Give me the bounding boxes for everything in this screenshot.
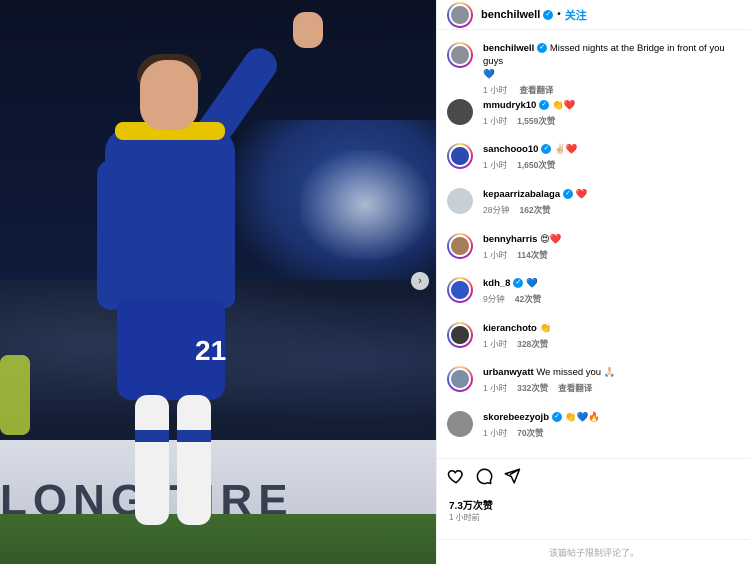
comment-username[interactable]: kieranchoto [483, 323, 537, 334]
author-avatar[interactable] [447, 1, 473, 28]
post-photo: LONG TIRE 21 › [0, 0, 436, 564]
comment-text: ❤️ [575, 189, 588, 200]
verified-badge-icon: ✓ [539, 100, 550, 111]
comment-row: kepaarrizabalaga ✓ ❤️ 28分钟 162次赞 [447, 188, 747, 216]
comment-row: skorebeezyojb ✓ 👏💙🔥 1 小时 70次赞 [447, 411, 747, 439]
jersey-number: 21 [195, 335, 227, 366]
comment-time: 1 小时 [483, 160, 508, 170]
thumbs-up-hand [293, 12, 323, 48]
comments-restricted-notice: 该篇帖子限制评论了。 [437, 539, 750, 564]
comments-list[interactable]: benchilwell ✓ Missed nights at the Bridge… [437, 30, 750, 458]
share-icon[interactable] [503, 467, 521, 485]
comment-row: urbanwyatt We missed you 🙏🏻 1 小时 332次赞 查看翻… [447, 366, 747, 394]
see-translation-link[interactable]: 查看翻译 [519, 85, 553, 95]
comment-text: 👏 [539, 323, 552, 334]
comment-text: We missed you 🙏🏻 [536, 367, 616, 378]
comment-icon[interactable] [475, 467, 493, 485]
commenter-avatar[interactable] [447, 99, 473, 125]
comment-row: kdh_8 ✓ 💙 9分钟 42次赞 [447, 277, 747, 305]
author-username[interactable]: benchilwell [481, 9, 540, 21]
commenter-avatar[interactable] [447, 322, 473, 348]
comment-username[interactable]: urbanwyatt [483, 367, 534, 378]
verified-badge-icon: ✓ [537, 43, 548, 54]
comment-row: kieranchoto 👏 1 小时 328次赞 [447, 322, 747, 350]
verified-badge-icon: ✓ [563, 189, 574, 200]
post-side-panel: benchilwell ✓ • 关注 benchilwell ✓ Missed n… [436, 0, 750, 564]
comment-username[interactable]: bennyharris [483, 234, 537, 245]
sock-band-right [177, 430, 211, 442]
comment-time: 1 小时 [483, 428, 508, 438]
comment-text: 💙 [526, 278, 538, 289]
comment-time: 1 小时 [483, 250, 508, 260]
comment-time: 1 小时 [483, 116, 508, 126]
player-lower-arm [97, 160, 127, 310]
caption-username[interactable]: benchilwell [483, 43, 534, 54]
comment-time: 1 小时 [483, 339, 508, 349]
comment-likes[interactable]: 114次赞 [517, 250, 548, 260]
post-actions: 7.3万次赞 1 小时前 该篇帖子限制评论了。 [437, 458, 750, 564]
comment-username[interactable]: kepaarrizabalaga [483, 189, 560, 200]
comment-text: 👏❤️ [551, 100, 576, 111]
caption-time: 1 小时 [483, 85, 508, 95]
player-right-leg [177, 395, 211, 525]
player-left-leg [135, 395, 169, 525]
verified-badge-icon: ✓ [513, 278, 524, 289]
comment-row: mmudryk10 ✓ 👏❤️ 1 小时 1,559次赞 [447, 99, 747, 127]
comment-row: bennyharris 😍❤️ 1 小时 114次赞 [447, 233, 747, 261]
separator-dot: • [557, 9, 561, 20]
commenter-avatar[interactable] [447, 277, 473, 303]
comment-likes[interactable]: 1,559次赞 [517, 116, 555, 126]
comment-text: 😍❤️ [540, 234, 562, 245]
comment-time: 9分钟 [483, 294, 505, 304]
comment-likes[interactable]: 328次赞 [517, 339, 548, 349]
see-translation-link[interactable]: 查看翻译 [558, 383, 592, 393]
sock-band-left [135, 430, 169, 442]
player-head [140, 60, 198, 130]
verified-badge-icon: ✓ [543, 9, 554, 20]
like-count[interactable]: 7.3万次赞 [449, 497, 493, 512]
comment-likes[interactable]: 1,650次赞 [517, 160, 555, 170]
comment-username[interactable]: sanchooo10 [483, 144, 538, 155]
comment-likes[interactable]: 42次赞 [515, 294, 541, 304]
comment-time: 1 小时 [483, 383, 508, 393]
comment-row: sanchooo10 ✓ ✌🏻❤️ 1 小时 1,650次赞 [447, 143, 747, 171]
post-time: 1 小时前 [449, 513, 480, 522]
comment-time: 28分钟 [483, 205, 510, 215]
comment-username[interactable]: skorebeezyojb [483, 412, 549, 423]
comment-likes[interactable]: 162次赞 [519, 205, 550, 215]
comment-likes[interactable]: 332次赞 [517, 383, 548, 393]
commenter-avatar[interactable] [447, 366, 473, 392]
commenter-avatar[interactable] [447, 188, 473, 214]
commenter-avatar[interactable] [447, 233, 473, 259]
caption-row: benchilwell ✓ Missed nights at the Bridge… [447, 42, 747, 96]
caption-emoji: 💙 [483, 69, 495, 80]
caption-avatar[interactable] [447, 42, 473, 68]
comment-username[interactable]: kdh_8 [483, 278, 510, 289]
steward-figure [0, 355, 30, 435]
post-header: benchilwell ✓ • 关注 [437, 0, 750, 30]
comment-username[interactable]: mmudryk10 [483, 100, 536, 111]
verified-badge-icon: ✓ [552, 412, 562, 423]
player-figure: 21 [95, 10, 335, 560]
verified-badge-icon: ✓ [541, 144, 552, 155]
comment-text: 👏💙🔥 [564, 412, 601, 423]
heart-icon[interactable] [447, 467, 465, 485]
commenter-avatar[interactable] [447, 411, 473, 437]
follow-button[interactable]: 关注 [565, 7, 587, 23]
next-image-button[interactable]: › [411, 272, 429, 290]
commenter-avatar[interactable] [447, 143, 473, 169]
comment-likes[interactable]: 70次赞 [517, 428, 543, 438]
comment-text: ✌🏻❤️ [554, 144, 578, 155]
action-icons [447, 467, 521, 485]
